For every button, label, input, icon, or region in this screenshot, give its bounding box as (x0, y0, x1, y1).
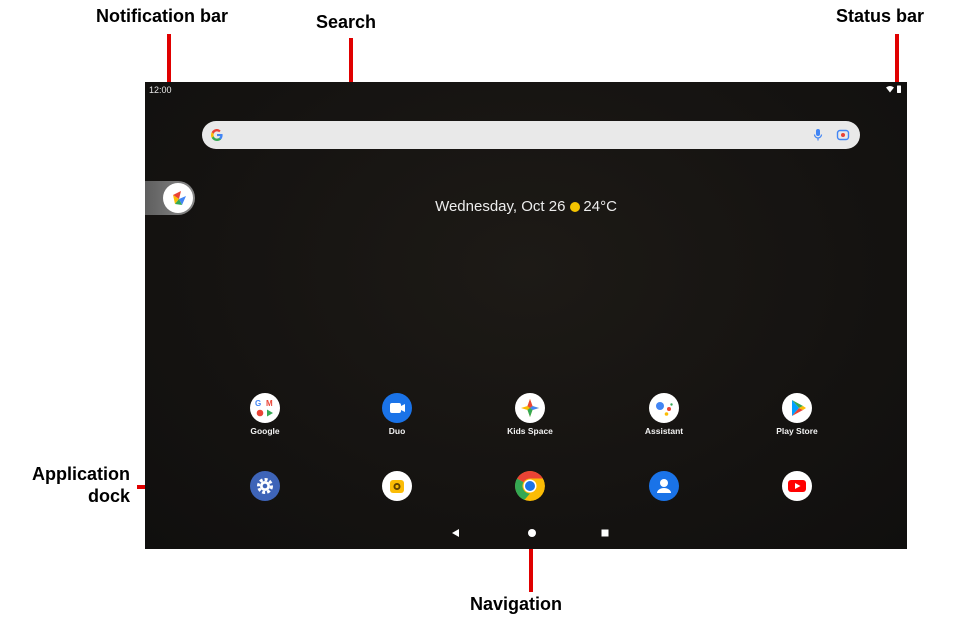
callout-navigation: Navigation (470, 594, 563, 614)
status-bar-pointer (895, 34, 899, 84)
app-label: Assistant (644, 426, 684, 436)
duo-icon (382, 393, 412, 423)
app-label: Google (250, 426, 280, 436)
callout-notification-bar: Notification bar (96, 6, 229, 26)
dock-chrome[interactable] (490, 471, 570, 501)
dock-contacts[interactable] (624, 471, 704, 501)
mic-icon[interactable] (812, 128, 824, 142)
camera-icon (382, 471, 412, 501)
battery-icon (897, 85, 901, 93)
search-bar[interactable] (202, 121, 860, 149)
contacts-icon (649, 471, 679, 501)
wifi-icon (886, 85, 894, 92)
youtube-icon (782, 471, 812, 501)
app-label: Kids Space (507, 426, 553, 436)
temperature-text: 24°C (583, 198, 617, 215)
date-text: Wednesday, Oct 26 (435, 198, 566, 215)
callout-search: Search (316, 12, 377, 32)
kids-space-icon (515, 393, 545, 423)
svg-text:M: M (266, 399, 273, 408)
back-icon[interactable] (451, 528, 461, 538)
app-duo[interactable]: Duo (357, 393, 437, 436)
assistant-icon (649, 393, 679, 423)
date-weather-widget[interactable]: Wednesday, Oct 26 24°C (145, 198, 907, 215)
home-screen: 12:00 Wednesday, Oct 26 24°C G M Google … (145, 82, 907, 549)
status-time: 12:00 (149, 85, 172, 95)
app-label: Duo (388, 426, 406, 436)
callout-application-dock-line1: Application (32, 464, 130, 484)
callout-application-dock: Application dock (0, 463, 130, 507)
callout-status-bar: Status bar (836, 6, 925, 26)
notification-bar-pointer (167, 34, 171, 84)
play-store-icon (782, 393, 812, 423)
lens-icon[interactable] (836, 128, 850, 142)
chrome-icon (515, 471, 545, 501)
app-label: Play Store (776, 426, 818, 436)
settings-icon (250, 471, 280, 501)
dock-youtube[interactable] (757, 471, 837, 501)
svg-text:G: G (255, 399, 261, 408)
google-g-icon (211, 129, 223, 141)
sun-icon (570, 202, 581, 212)
app-google[interactable]: G M Google (225, 393, 305, 436)
callout-application-dock-line2: dock (87, 486, 130, 506)
dock-settings[interactable] (225, 471, 305, 501)
home-icon[interactable] (527, 528, 537, 538)
app-assistant[interactable]: Assistant (624, 393, 704, 436)
google-folder-icon: G M (250, 393, 280, 423)
app-play-store[interactable]: Play Store (757, 393, 837, 436)
app-kids-space[interactable]: Kids Space (490, 393, 570, 436)
status-icons (886, 85, 901, 93)
recents-icon[interactable] (600, 528, 610, 538)
dock-camera[interactable] (357, 471, 437, 501)
